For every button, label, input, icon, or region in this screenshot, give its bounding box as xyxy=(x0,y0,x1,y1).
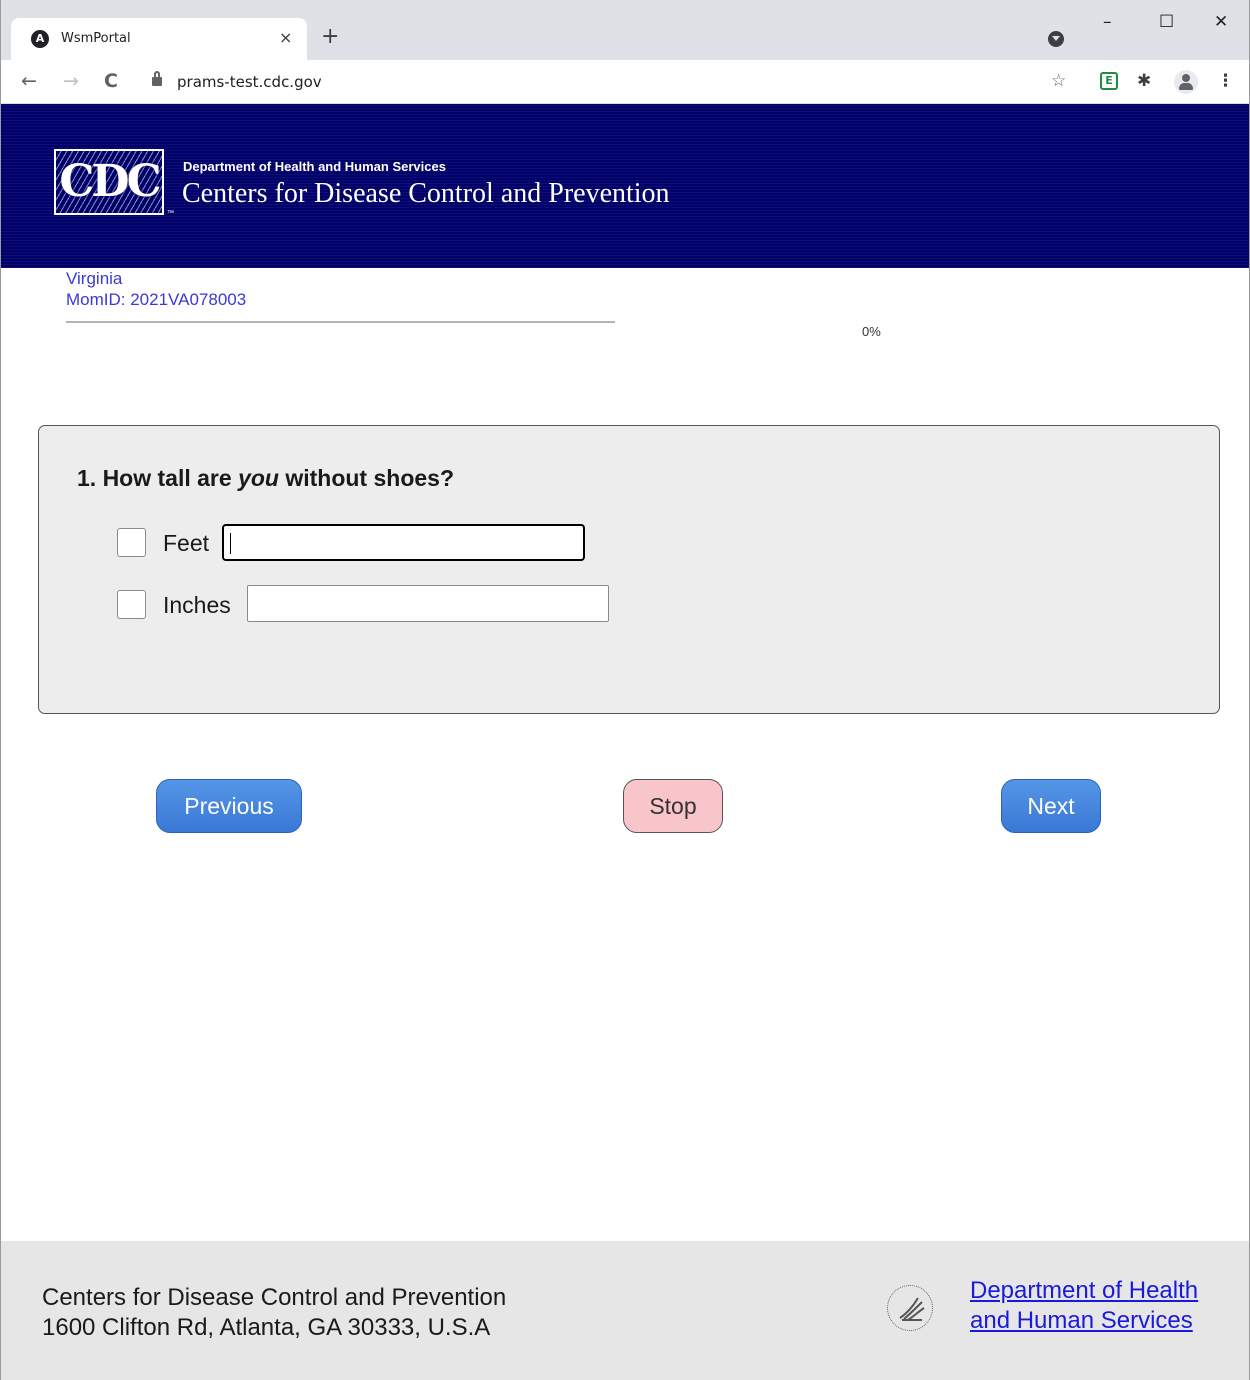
cdc-logo: CDC xyxy=(54,149,164,215)
text-caret xyxy=(230,533,231,554)
previous-button[interactable]: Previous xyxy=(156,779,302,833)
new-tab-button[interactable]: + xyxy=(321,26,339,48)
browser-toolbar: ← → C prams-test.cdc.gov ☆ E ✱ ⋮ xyxy=(1,60,1249,104)
tab-strip: A WsmPortal × + – ☐ ✕ xyxy=(1,0,1249,60)
back-arrow-icon[interactable]: ← xyxy=(21,69,37,93)
profile-avatar-icon[interactable] xyxy=(1174,70,1198,94)
window-close-button[interactable]: ✕ xyxy=(1214,12,1228,32)
question-panel: 1. How tall are you without shoes? Feet … xyxy=(38,425,1220,714)
question-title-prefix: 1. How tall are xyxy=(77,465,239,491)
agency-name: Centers for Disease Control and Preventi… xyxy=(182,178,670,209)
mom-id-label: MomID: 2021VA078003 xyxy=(66,290,247,309)
question-title: 1. How tall are you without shoes? xyxy=(77,463,454,493)
reload-icon[interactable]: C xyxy=(104,69,118,93)
feet-checkbox[interactable] xyxy=(117,528,146,557)
hhs-eagle-seal-icon xyxy=(887,1285,933,1331)
footer-org-name: Centers for Disease Control and Preventi… xyxy=(42,1284,507,1311)
stop-button[interactable]: Stop xyxy=(623,779,723,833)
next-button[interactable]: Next xyxy=(1001,779,1101,833)
page-footer: Centers for Disease Control and Preventi… xyxy=(1,1241,1249,1380)
hhs-link-line2: and Human Services xyxy=(970,1307,1193,1334)
progress-percent: 0% xyxy=(862,324,881,339)
angular-favicon-icon: A xyxy=(31,30,49,48)
cdc-logo-text: CDC xyxy=(59,156,161,207)
tab-close-icon[interactable]: × xyxy=(279,29,292,47)
feet-label: Feet xyxy=(163,530,210,556)
tab-search-icon[interactable] xyxy=(1048,31,1064,47)
trademark-symbol: ™ xyxy=(167,210,174,217)
tab-wsmportal[interactable]: A WsmPortal × xyxy=(11,18,307,60)
browser-window: A WsmPortal × + – ☐ ✕ ← → C prams-test.c… xyxy=(0,0,1250,1380)
footer-address: 1600 Clifton Rd, Atlanta, GA 30333, U.S.… xyxy=(42,1314,491,1341)
green-extension-icon[interactable]: E xyxy=(1100,72,1118,90)
hhs-link-line1: Department of Health xyxy=(970,1277,1199,1304)
address-bar[interactable]: prams-test.cdc.gov xyxy=(177,72,322,92)
inches-checkbox[interactable] xyxy=(117,590,146,619)
cdc-header-banner: CDC ™ Department of Health and Human Ser… xyxy=(1,104,1249,268)
inches-label: Inches xyxy=(163,592,231,618)
bookmark-star-icon[interactable]: ☆ xyxy=(1051,70,1066,92)
inches-input[interactable] xyxy=(247,585,609,622)
browser-menu-icon[interactable]: ⋮ xyxy=(1217,70,1234,92)
lock-icon[interactable] xyxy=(152,71,162,86)
feet-input[interactable] xyxy=(222,524,585,561)
state-label: Virginia xyxy=(66,269,123,288)
extensions-puzzle-icon[interactable]: ✱ xyxy=(1137,70,1151,92)
question-title-suffix: without shoes? xyxy=(278,465,455,491)
department-name: Department of Health and Human Services xyxy=(183,159,446,174)
tab-title: WsmPortal xyxy=(61,31,131,46)
progress-bar xyxy=(66,321,615,323)
forward-arrow-icon[interactable]: → xyxy=(63,69,79,93)
window-maximize-button[interactable]: ☐ xyxy=(1159,12,1174,32)
hhs-link[interactable]: Department of Health and Human Services xyxy=(970,1276,1198,1336)
question-title-emphasis: you xyxy=(238,465,279,491)
window-minimize-button[interactable]: – xyxy=(1103,12,1112,32)
